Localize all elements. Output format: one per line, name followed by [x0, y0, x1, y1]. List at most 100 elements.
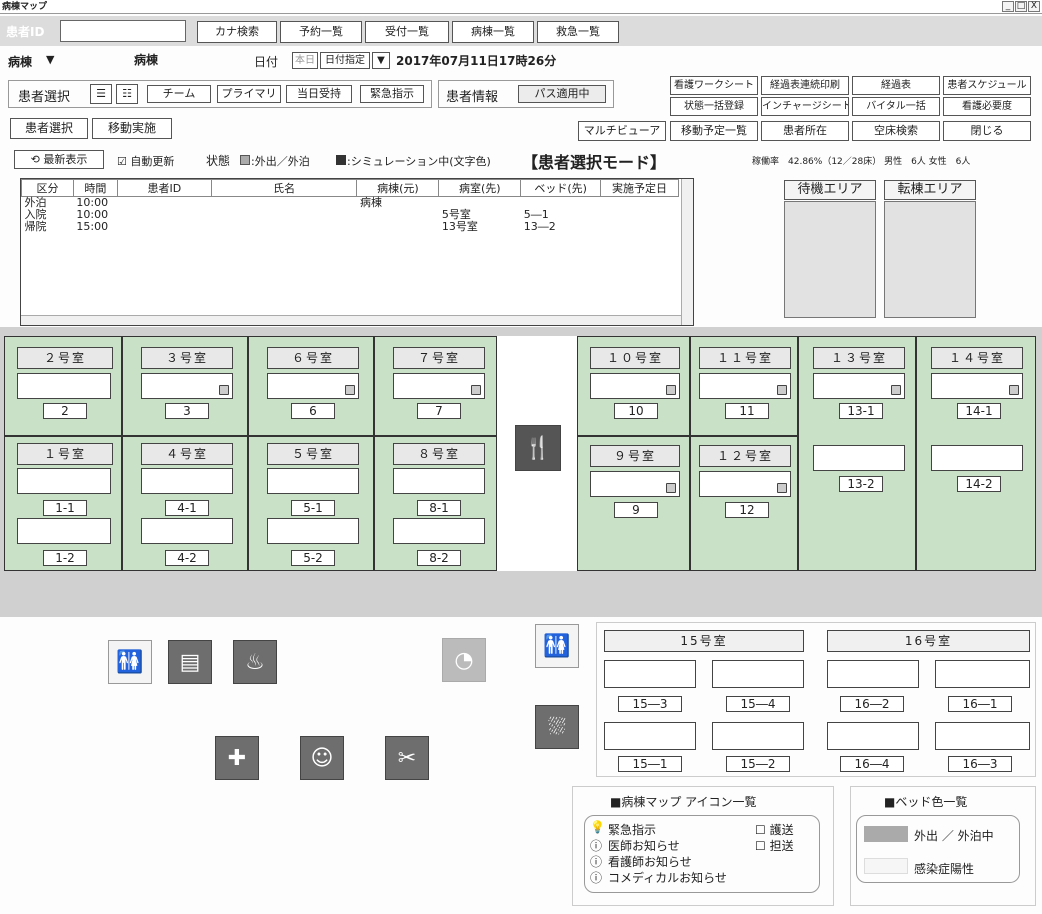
- transfer-area[interactable]: [884, 201, 976, 318]
- restroom-icon[interactable]: 🚻: [535, 624, 579, 668]
- bed-slot[interactable]: [393, 373, 485, 399]
- select-mode-button[interactable]: 患者選択: [10, 118, 88, 139]
- bed-slot[interactable]: [935, 722, 1030, 750]
- reservation-list-button[interactable]: 予約一覧: [280, 21, 362, 43]
- table-row[interactable]: 外泊 10:00 病棟: [22, 197, 679, 210]
- date-specify-button[interactable]: 日付指定: [320, 52, 370, 69]
- col-bed-to[interactable]: ベッド(先): [520, 179, 602, 197]
- bed-slot[interactable]: [935, 660, 1030, 688]
- bed-slot[interactable]: [827, 722, 919, 750]
- patient-schedule-button[interactable]: 患者スケジュール: [943, 76, 1031, 95]
- room-4[interactable]: ４号室 4-1 4-2: [122, 436, 248, 571]
- incharge-sheet-button[interactable]: インチャージシート: [761, 97, 849, 116]
- bed-slot[interactable]: [393, 468, 485, 494]
- col-kubun[interactable]: 区分: [21, 179, 74, 197]
- bed-slot[interactable]: [931, 373, 1023, 399]
- col-room-to[interactable]: 病室(先): [438, 179, 522, 197]
- bed-slot[interactable]: [827, 660, 919, 688]
- progress-print-button[interactable]: 経過表連続印刷: [761, 76, 849, 95]
- col-scheduled-date[interactable]: 実施予定日: [600, 179, 679, 197]
- table-row[interactable]: 入院 10:00 5号室 5―1: [22, 209, 679, 221]
- bed-slot[interactable]: [604, 660, 696, 688]
- bed-slot[interactable]: [141, 518, 233, 544]
- room-11[interactable]: １１号室 11: [690, 336, 798, 436]
- bed-slot[interactable]: [17, 518, 111, 544]
- emergency-list-button[interactable]: 救急一覧: [537, 21, 619, 43]
- close-button[interactable]: X: [1028, 1, 1040, 12]
- room-15-title[interactable]: 15号室: [604, 630, 804, 652]
- room-5[interactable]: ５号室 5-1 5-2: [248, 436, 374, 571]
- refresh-button[interactable]: ⟲ 最新表示: [14, 150, 104, 169]
- medication-icon[interactable]: ✚: [215, 736, 259, 780]
- sameday-button[interactable]: 当日受持: [286, 85, 352, 103]
- bed-slot[interactable]: [699, 373, 791, 399]
- list-view-icon[interactable]: ☰: [90, 84, 112, 104]
- room-2[interactable]: ２号室 2: [4, 336, 122, 436]
- room-13[interactable]: １３号室 13-1 13-2: [798, 336, 916, 571]
- bed-slot[interactable]: [17, 373, 111, 399]
- minimize-button[interactable]: _: [1002, 1, 1014, 12]
- auto-refresh-checkbox[interactable]: ☑ 自動更新: [117, 153, 174, 169]
- table-row[interactable]: 帰院 15:00 13号室 13―2: [22, 221, 679, 233]
- kana-search-button[interactable]: カナ検索: [197, 21, 277, 43]
- table-vscrollbar[interactable]: [681, 179, 693, 325]
- maximize-button[interactable]: □: [1015, 1, 1027, 12]
- bed-slot[interactable]: [267, 518, 359, 544]
- waiting-area[interactable]: [784, 201, 876, 318]
- bed-slot[interactable]: [141, 468, 233, 494]
- date-dropdown-icon[interactable]: ▼: [372, 52, 390, 69]
- reception-list-button[interactable]: 受付一覧: [365, 21, 449, 43]
- col-ward-from[interactable]: 病棟(元): [356, 179, 440, 197]
- bed-slot[interactable]: [141, 373, 233, 399]
- table-hscrollbar[interactable]: [21, 315, 681, 325]
- path-status-button[interactable]: パス適用中: [518, 85, 606, 103]
- team-button[interactable]: チーム: [147, 85, 211, 103]
- vital-bulk-button[interactable]: バイタル一括: [852, 97, 940, 116]
- documents-icon[interactable]: ▤: [168, 640, 212, 684]
- patient-id-input[interactable]: [60, 20, 186, 42]
- room-16-title[interactable]: 16号室: [827, 630, 1030, 652]
- bed-slot[interactable]: [931, 445, 1023, 471]
- bed-slot[interactable]: [267, 373, 359, 399]
- detail-view-icon[interactable]: ☷: [116, 84, 138, 104]
- male-female-icon[interactable]: 🚻: [108, 640, 152, 684]
- shower-icon[interactable]: ⛆: [535, 705, 579, 749]
- patient-location-button[interactable]: 患者所在: [761, 121, 849, 141]
- room-10[interactable]: １０号室 10: [577, 336, 690, 436]
- bed-slot[interactable]: [17, 468, 111, 494]
- surgery-icon[interactable]: ✂: [385, 736, 429, 780]
- col-patient-id[interactable]: 患者ID: [116, 179, 212, 197]
- bed-slot[interactable]: [813, 373, 905, 399]
- bed-slot[interactable]: [590, 373, 680, 399]
- consultation-icon[interactable]: ◔: [442, 638, 486, 682]
- room-8[interactable]: ８号室 8-1 8-2: [374, 436, 497, 571]
- bed-slot[interactable]: [604, 722, 696, 750]
- room-1[interactable]: １号室 1-1 1-2: [4, 436, 122, 571]
- room-12[interactable]: １２号室 12: [690, 436, 798, 571]
- bed-slot[interactable]: [267, 468, 359, 494]
- room-3[interactable]: ３号室 3: [122, 336, 248, 436]
- move-mode-button[interactable]: 移動実施: [92, 118, 172, 139]
- room-9[interactable]: ９号室 9: [577, 436, 690, 571]
- progress-table-button[interactable]: 経過表: [852, 76, 940, 95]
- move-schedule-button[interactable]: 移動予定一覧: [670, 121, 758, 141]
- room-14[interactable]: １４号室 14-1 14-2: [916, 336, 1036, 571]
- close-window-button[interactable]: 閉じる: [943, 121, 1031, 141]
- col-time[interactable]: 時間: [72, 179, 118, 197]
- bed-slot[interactable]: [813, 445, 905, 471]
- nursing-need-button[interactable]: 看護必要度: [943, 97, 1031, 116]
- bath-icon[interactable]: ♨: [233, 640, 277, 684]
- bed-slot[interactable]: [712, 660, 804, 688]
- urgent-button[interactable]: 緊急指示: [360, 85, 424, 103]
- bed-slot[interactable]: [590, 471, 680, 497]
- ward-value[interactable]: 病棟: [134, 51, 158, 68]
- vacant-bed-search-button[interactable]: 空床検索: [852, 121, 940, 141]
- room-6[interactable]: ６号室 6: [248, 336, 374, 436]
- care-icon[interactable]: ☺: [300, 736, 344, 780]
- bed-slot[interactable]: [712, 722, 804, 750]
- col-name[interactable]: 氏名: [210, 179, 358, 197]
- ward-dropdown-chevron-icon[interactable]: ▼: [46, 53, 54, 66]
- primary-button[interactable]: プライマリ: [217, 85, 281, 103]
- bed-slot[interactable]: [699, 471, 791, 497]
- status-bulk-button[interactable]: 状態一括登録: [670, 97, 758, 116]
